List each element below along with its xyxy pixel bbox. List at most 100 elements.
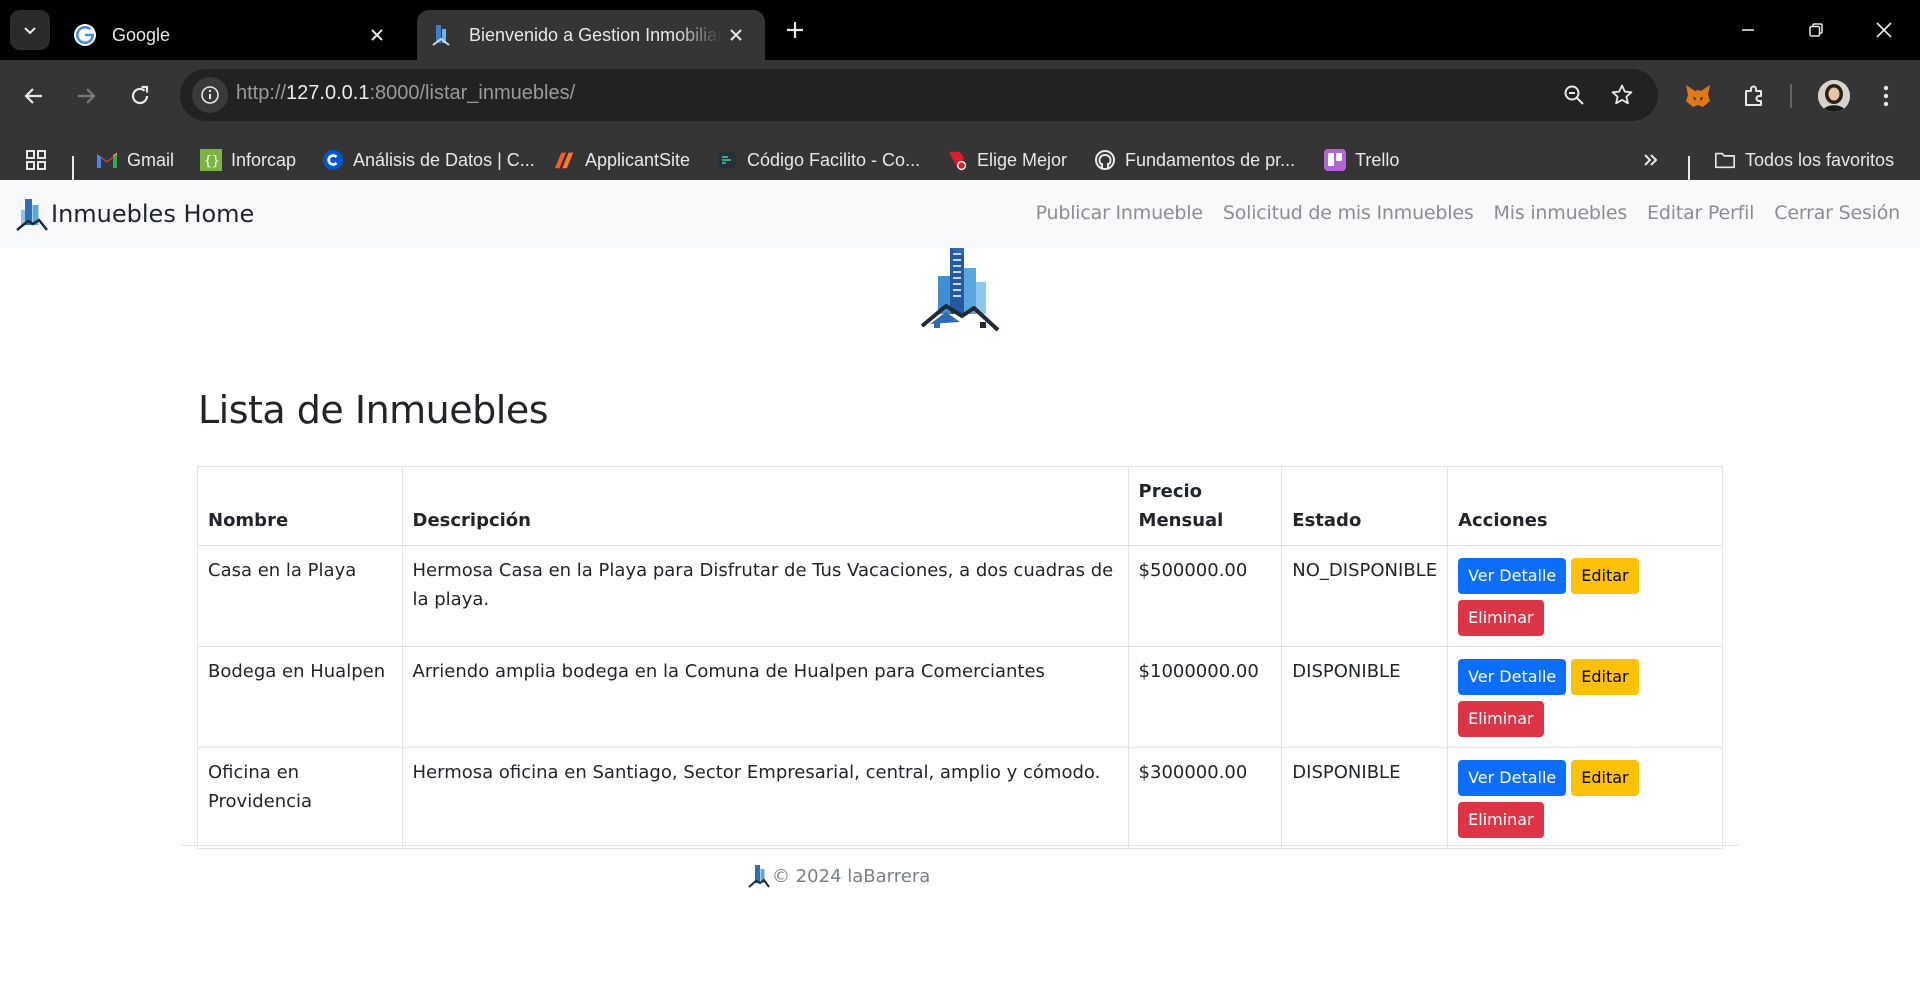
page-footer: © 2024 laBarrera [748, 863, 930, 889]
bookmark-codigo-facilito[interactable]: Código Facilito - Co... [716, 144, 920, 176]
tab-gestion-inmobiliaria[interactable]: Bienvenido a Gestion Inmobiliaria [417, 10, 765, 60]
eliminar-button[interactable]: Eliminar [1458, 600, 1544, 636]
eligemejor-icon [946, 149, 968, 171]
brand-name: Inmuebles Home [51, 200, 255, 228]
bookmark-trello[interactable]: Trello [1324, 144, 1399, 176]
minimize-icon [1742, 29, 1754, 31]
address-bar[interactable]: http://127.0.0.1:8000/listar_inmuebles/ [180, 69, 1658, 121]
table-row: Bodega en Hualpen Arriendo amplia bodega… [197, 646, 1723, 748]
bookmark-label: Análisis de Datos | C... [353, 149, 535, 170]
cell-acciones: Ver Detalle Editar Eliminar [1447, 545, 1723, 647]
footer-divider [181, 845, 1739, 846]
bookmark-applicantsite[interactable]: ApplicantSite [554, 144, 690, 176]
ver-detalle-button[interactable]: Ver Detalle [1458, 558, 1567, 594]
close-icon [1876, 22, 1892, 38]
svg-text:{}: {} [204, 154, 220, 169]
reload-button[interactable] [120, 76, 160, 116]
nav-editar-perfil[interactable]: Editar Perfil [1647, 202, 1754, 224]
page-title: Lista de Inmuebles [198, 388, 549, 432]
tab-title: Bienvenido a Gestion Inmobiliaria [469, 24, 721, 45]
header-precio: Precio Mensual [1127, 466, 1283, 546]
eliminar-button[interactable]: Eliminar [1458, 802, 1544, 838]
bookmark-fundamentos[interactable]: Fundamentos de pr... [1094, 144, 1295, 176]
avatar-icon [1818, 80, 1850, 112]
cell-nombre: Bodega en Hualpen [197, 646, 403, 748]
all-bookmarks-folder[interactable]: Todos los favoritos [1714, 144, 1894, 176]
tab-title: Google [112, 24, 171, 45]
applicantsite-icon [554, 149, 576, 171]
apps-grid-icon [26, 150, 46, 170]
cell-nombre: Oficina en Providencia [197, 747, 403, 849]
bookmark-inforcap[interactable]: {} Inforcap [200, 144, 296, 176]
page-viewport: Inmuebles Home Publicar Inmueble Solicit… [0, 180, 1920, 992]
double-chevron-right-icon [1644, 154, 1658, 166]
building-icon [429, 22, 455, 48]
cell-descripcion: Hermosa Casa en la Playa para Disfrutar … [401, 545, 1129, 647]
editar-button[interactable]: Editar [1571, 558, 1639, 594]
header-nombre: Nombre [197, 466, 403, 546]
browser-toolbar: http://127.0.0.1:8000/listar_inmuebles/ … [0, 60, 1920, 188]
profile-avatar[interactable] [1818, 80, 1850, 112]
nav-mis-inmuebles[interactable]: Mis inmuebles [1494, 202, 1628, 224]
metamask-extension[interactable] [1678, 76, 1718, 116]
cell-estado: DISPONIBLE [1281, 747, 1449, 849]
inforcap-icon: {} [200, 149, 222, 171]
nav-publicar-inmueble[interactable]: Publicar Inmueble [1036, 202, 1203, 224]
tab-search-button[interactable] [10, 10, 50, 50]
url-path: :8000/listar_inmuebles/ [369, 82, 576, 104]
cell-estado: NO_DISPONIBLE [1281, 545, 1449, 647]
info-icon [201, 86, 219, 104]
editar-button[interactable]: Editar [1571, 659, 1639, 695]
zoom-button[interactable] [1558, 79, 1590, 111]
minimize-button[interactable] [1728, 10, 1768, 50]
apps-button[interactable] [24, 144, 48, 176]
nav-solicitud-inmuebles[interactable]: Solicitud de mis Inmuebles [1223, 202, 1474, 224]
arrow-right-icon [78, 88, 96, 104]
site-info-button[interactable] [192, 77, 228, 113]
restore-button[interactable] [1796, 10, 1836, 50]
close-icon[interactable] [721, 20, 751, 50]
gmail-icon [96, 149, 118, 171]
puzzle-icon [1745, 85, 1762, 106]
bookmark-label: Trello [1355, 149, 1400, 170]
more-bookmarks-button[interactable] [1642, 144, 1660, 176]
coursera-icon [322, 149, 344, 171]
ver-detalle-button[interactable]: Ver Detalle [1458, 659, 1567, 695]
bookmark-gmail[interactable]: Gmail [96, 144, 174, 176]
nav-cerrar-sesion[interactable]: Cerrar Sesión [1774, 202, 1900, 224]
bookmark-star-button[interactable] [1606, 79, 1638, 111]
url-scheme: http:// [236, 82, 287, 104]
arrow-left-icon [24, 88, 42, 104]
ver-detalle-button[interactable]: Ver Detalle [1458, 760, 1567, 796]
forward-button[interactable] [66, 76, 106, 116]
bookmark-label: Fundamentos de pr... [1125, 149, 1296, 170]
eliminar-button[interactable]: Eliminar [1458, 701, 1544, 737]
restore-icon [1809, 23, 1823, 37]
header-acciones: Acciones [1447, 466, 1723, 546]
browser-menu-button[interactable] [1866, 76, 1906, 116]
codigofacilito-icon [716, 149, 738, 171]
table-row: Oficina en Providencia Hermosa oficina e… [197, 747, 1723, 849]
tab-strip: Google Bienvenido a Gestion Inmobiliaria [0, 0, 1920, 60]
footer-text: © 2024 laBarrera [772, 865, 931, 887]
cell-acciones: Ver Detalle Editar Eliminar [1447, 747, 1723, 849]
url-text[interactable]: http://127.0.0.1:8000/listar_inmuebles/ [236, 82, 575, 105]
new-tab-button[interactable] [780, 15, 810, 45]
bookmark-elige-mejor[interactable]: Elige Mejor [946, 144, 1067, 176]
building-logo-icon [16, 199, 48, 231]
cell-acciones: Ver Detalle Editar Eliminar [1447, 646, 1723, 748]
extensions-button[interactable] [1734, 76, 1774, 116]
reload-icon [131, 85, 149, 105]
back-button[interactable] [14, 76, 54, 116]
navbar-brand[interactable]: Inmuebles Home [16, 196, 254, 232]
bookmark-analisis-datos[interactable]: Análisis de Datos | C... [322, 144, 535, 176]
editar-button[interactable]: Editar [1571, 760, 1639, 796]
window-close-button[interactable] [1864, 10, 1904, 50]
header-estado: Estado [1281, 466, 1449, 546]
close-icon[interactable] [362, 20, 392, 50]
cell-nombre: Casa en la Playa [197, 545, 403, 647]
table-header-row: Nombre Descripción Precio Mensual Estado… [197, 466, 1723, 546]
cell-estado: DISPONIBLE [1281, 646, 1449, 748]
chevron-down-icon [24, 27, 36, 35]
tab-google[interactable]: Google [60, 10, 406, 60]
